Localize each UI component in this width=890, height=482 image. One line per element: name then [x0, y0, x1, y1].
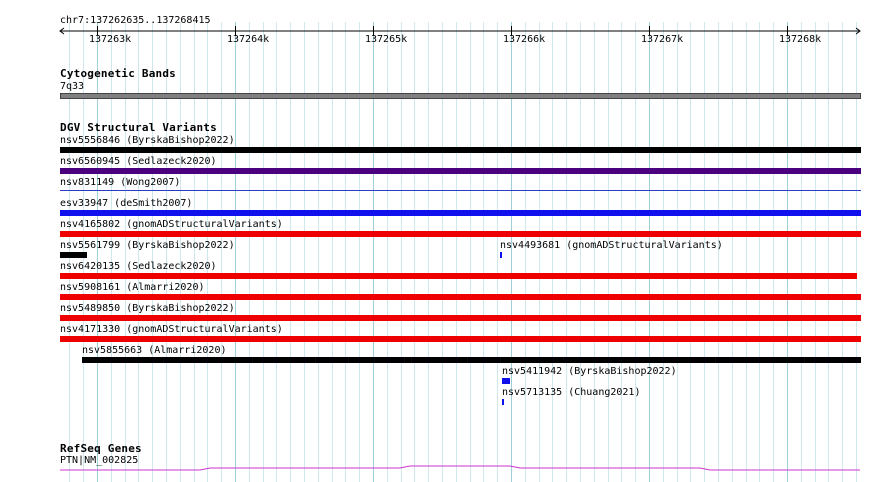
grid-line: [663, 22, 664, 482]
grid-line: [483, 22, 484, 482]
gene-model[interactable]: [0, 460, 890, 476]
variant-label: nsv5855663 (Almarri2020): [82, 345, 227, 356]
cytoband-track-title: Cytogenetic Bands: [60, 67, 176, 80]
variant-label: nsv6420135 (Sedlazeck2020): [60, 261, 217, 272]
variant-bar[interactable]: [60, 336, 861, 342]
grid-line: [801, 22, 802, 482]
grid-line: [318, 22, 319, 482]
variant-bar[interactable]: [60, 231, 861, 237]
location-label: chr7:137262635..137268415: [60, 15, 211, 26]
variant-label: nsv6560945 (Sedlazeck2020): [60, 156, 217, 167]
grid-line: [566, 22, 567, 482]
grid-line: [345, 22, 346, 482]
grid-line: [263, 22, 264, 482]
ruler-tick-label: 137268k: [779, 34, 822, 45]
variant-label: nsv831149 (Wong2007): [60, 177, 181, 188]
grid-line: [125, 22, 126, 482]
grid-line: [746, 22, 747, 482]
variant-bar[interactable]: [60, 294, 861, 300]
grid-line: [539, 22, 540, 482]
grid-line: [594, 22, 595, 482]
cytoband-bar[interactable]: [60, 93, 861, 99]
grid-line: [276, 22, 277, 482]
ruler-tick-label: 137263k: [89, 34, 132, 45]
ruler-tick-label: 137265k: [365, 34, 408, 45]
grid-line: [690, 22, 691, 482]
grid-line: [401, 22, 402, 482]
grid-line: [152, 22, 153, 482]
variant-bar[interactable]: [60, 210, 861, 216]
variant-label: nsv5908161 (Almarri2020): [60, 282, 205, 293]
coordinate-ruler[interactable]: chr7:137262635..137268415 137263k 137264…: [0, 0, 890, 60]
grid-line: [621, 22, 622, 482]
ruler-tick-label: 137267k: [641, 34, 684, 45]
variant-bar[interactable]: [60, 273, 857, 279]
variant-bar[interactable]: [82, 357, 861, 363]
cytoband-label: 7q33: [60, 81, 85, 92]
grid-line: [359, 22, 360, 482]
grid-line: [828, 22, 829, 482]
grid-line: [97, 22, 98, 482]
grid-line: [194, 22, 195, 482]
variant-label: nsv4493681 (gnomADStructuralVariants): [500, 240, 723, 251]
grid-line: [221, 22, 222, 482]
grid-line: [249, 22, 250, 482]
variant-label: nsv4165802 (gnomADStructuralVariants): [60, 219, 283, 230]
grid-line: [387, 22, 388, 482]
grid-line: [525, 22, 526, 482]
variant-label: nsv5713135 (Chuang2021): [502, 387, 641, 398]
grid-line: [456, 22, 457, 482]
grid-line: [787, 22, 788, 482]
grid-line: [414, 22, 415, 482]
grid-line: [180, 22, 181, 482]
grid-line: [497, 22, 498, 482]
grid-line: [373, 22, 374, 482]
grid-line: [235, 22, 236, 482]
variant-bar[interactable]: [60, 252, 87, 258]
variant-label: esv33947 (deSmith2007): [60, 198, 193, 209]
variant-bar[interactable]: [502, 378, 510, 384]
grid-line: [552, 22, 553, 482]
variant-label: nsv4171330 (gnomADStructuralVariants): [60, 324, 283, 335]
grid-line: [111, 22, 112, 482]
grid-line: [580, 22, 581, 482]
variant-bar[interactable]: [502, 399, 504, 405]
variant-bar[interactable]: [60, 190, 861, 191]
grid-line: [470, 22, 471, 482]
dgv-track-title: DGV Structural Variants: [60, 121, 217, 134]
grid-line: [635, 22, 636, 482]
ruler-tick-label: 137264k: [227, 34, 270, 45]
grid-line: [732, 22, 733, 482]
grid-line: [677, 22, 678, 482]
grid-line: [759, 22, 760, 482]
grid-line: [428, 22, 429, 482]
variant-bar[interactable]: [60, 168, 861, 174]
grid-line: [704, 22, 705, 482]
grid-line: [773, 22, 774, 482]
grid-line: [290, 22, 291, 482]
variant-bar[interactable]: [60, 315, 861, 321]
ruler-axis: [59, 26, 861, 36]
grid-line: [304, 22, 305, 482]
variant-label: nsv5556846 (ByrskaBishop2022): [60, 135, 235, 146]
variant-label: nsv5411942 (ByrskaBishop2022): [502, 366, 677, 377]
grid-line: [166, 22, 167, 482]
variant-bar[interactable]: [60, 147, 861, 153]
grid-line: [442, 22, 443, 482]
grid-line: [138, 22, 139, 482]
variant-bar[interactable]: [500, 252, 502, 258]
grid-line: [718, 22, 719, 482]
grid-line: [332, 22, 333, 482]
grid-line: [856, 22, 857, 482]
grid-line: [207, 22, 208, 482]
refseq-track-title: RefSeq Genes: [60, 442, 142, 455]
grid-line: [511, 22, 512, 482]
variant-label: nsv5561799 (ByrskaBishop2022): [60, 240, 235, 251]
variant-label: nsv5489850 (ByrskaBishop2022): [60, 303, 235, 314]
ruler-tick-label: 137266k: [503, 34, 546, 45]
grid-line: [815, 22, 816, 482]
grid-line: [608, 22, 609, 482]
grid-line: [842, 22, 843, 482]
grid-line: [649, 22, 650, 482]
